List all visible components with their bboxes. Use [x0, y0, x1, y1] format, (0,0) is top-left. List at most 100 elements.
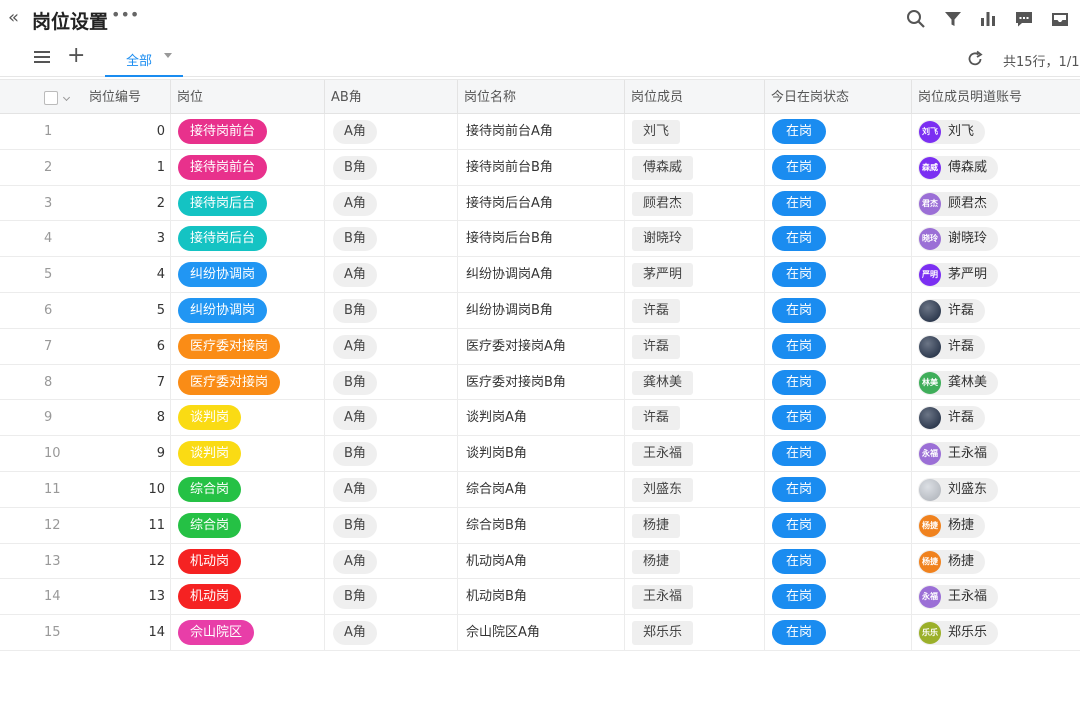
cell-ab[interactable]: A角 — [325, 615, 458, 651]
cell-ab[interactable]: A角 — [325, 472, 458, 507]
cell-member[interactable]: 许磊 — [625, 293, 765, 328]
account-chip[interactable]: 杨捷 杨捷 — [918, 549, 986, 574]
cell-account[interactable]: 严明 茅严明 — [912, 257, 1080, 292]
cell-post-name[interactable]: 纠纷协调岗B角 — [458, 293, 625, 328]
cell-ab[interactable]: A角 — [325, 114, 458, 149]
cell-member[interactable]: 许磊 — [625, 400, 765, 436]
tab-all[interactable]: 全部 — [105, 40, 183, 77]
more-options-icon[interactable]: ••• — [111, 5, 139, 24]
cell-ab[interactable]: A角 — [325, 543, 458, 579]
header-cell-post-name[interactable]: 岗位名称 — [458, 80, 625, 115]
table-row[interactable]: 14 13 机动岗 B角 机动岗B角 王永福 在岗 永福 王永福 — [0, 579, 1080, 616]
table-row[interactable]: 4 3 接待岗后台 B角 接待岗后台B角 谢晓玲 在岗 晓玲 谢晓玲 — [0, 221, 1080, 258]
cell-account[interactable]: 永福 王永福 — [912, 579, 1080, 614]
cell-account[interactable]: 森威 傅森威 — [912, 150, 1080, 185]
cell-member[interactable]: 王永福 — [625, 436, 765, 472]
cell-ab[interactable]: B角 — [325, 293, 458, 328]
cell-status[interactable]: 在岗 — [765, 436, 912, 472]
cell-post-name[interactable]: 接待岗前台A角 — [458, 114, 625, 149]
inbox-icon[interactable] — [1050, 9, 1070, 29]
cell-post-name[interactable]: 医疗委对接岗B角 — [458, 364, 625, 400]
cell-post[interactable]: 医疗委对接岗 — [171, 328, 325, 364]
cell-post[interactable]: 谈判岗 — [171, 436, 325, 472]
cell-account[interactable]: 刘飞 刘飞 — [912, 114, 1080, 149]
cell-account[interactable]: 杨捷 杨捷 — [912, 508, 1080, 543]
cell-member[interactable]: 刘飞 — [625, 114, 765, 149]
cell-post-name[interactable]: 接待岗后台B角 — [458, 221, 625, 257]
account-chip[interactable]: 许磊 — [918, 406, 986, 431]
cell-post[interactable]: 机动岗 — [171, 579, 325, 615]
cell-post-name[interactable]: 谈判岗B角 — [458, 436, 625, 472]
comment-icon[interactable] — [1014, 9, 1034, 29]
cell-account[interactable]: 乐乐 郑乐乐 — [912, 615, 1080, 650]
account-chip[interactable]: 许磊 — [918, 334, 986, 359]
cell-post[interactable]: 机动岗 — [171, 543, 325, 579]
account-chip[interactable]: 严明 茅严明 — [918, 263, 999, 288]
cell-status[interactable]: 在岗 — [765, 293, 912, 328]
cell-status[interactable]: 在岗 — [765, 257, 912, 293]
cell-account[interactable]: 杨捷 杨捷 — [912, 544, 1080, 579]
cell-account[interactable]: 许磊 — [912, 329, 1080, 364]
table-row[interactable]: 15 14 佘山院区 A角 佘山院区A角 郑乐乐 在岗 乐乐 郑乐乐 — [0, 615, 1080, 651]
cell-member[interactable]: 茅严明 — [625, 257, 765, 293]
cell-account[interactable]: 君杰 顾君杰 — [912, 186, 1080, 221]
cell-member[interactable]: 郑乐乐 — [625, 615, 765, 651]
cell-ab[interactable]: B角 — [325, 221, 458, 257]
table-row[interactable]: 11 10 综合岗 A角 综合岗A角 刘盛东 在岗 刘盛东 — [0, 472, 1080, 508]
header-cell-status[interactable]: 今日在岗状态 — [765, 80, 912, 115]
header-cell-post[interactable]: 岗位 — [171, 80, 325, 115]
cell-post-name[interactable]: 医疗委对接岗A角 — [458, 328, 625, 364]
cell-post[interactable]: 综合岗 — [171, 472, 325, 507]
cell-status[interactable]: 在岗 — [765, 364, 912, 400]
cell-post-name[interactable]: 综合岗A角 — [458, 472, 625, 507]
cell-post-name[interactable]: 接待岗前台B角 — [458, 149, 625, 185]
chevron-down-icon[interactable] — [62, 93, 71, 102]
account-chip[interactable]: 杨捷 杨捷 — [918, 513, 986, 538]
cell-member[interactable]: 杨捷 — [625, 543, 765, 579]
cell-post-name[interactable]: 佘山院区A角 — [458, 615, 625, 651]
account-chip[interactable]: 刘飞 刘飞 — [918, 120, 986, 144]
cell-post[interactable]: 谈判岗 — [171, 400, 325, 436]
cell-status[interactable]: 在岗 — [765, 579, 912, 615]
collapse-back-icon[interactable]: « — [8, 7, 19, 28]
header-cell-id[interactable]: 岗位编号 — [0, 80, 171, 115]
cell-account[interactable]: 永福 王永福 — [912, 436, 1080, 471]
cell-post[interactable]: 接待岗后台 — [171, 221, 325, 257]
cell-post-name[interactable]: 机动岗A角 — [458, 543, 625, 579]
header-cell-ab[interactable]: AB角 — [325, 80, 458, 115]
cell-ab[interactable]: B角 — [325, 364, 458, 400]
cell-ab[interactable]: B角 — [325, 579, 458, 615]
table-row[interactable]: 12 11 综合岗 B角 综合岗B角 杨捷 在岗 杨捷 杨捷 — [0, 507, 1080, 544]
cell-post[interactable]: 纠纷协调岗 — [171, 257, 325, 293]
table-row[interactable]: 6 5 纠纷协调岗 B角 纠纷协调岗B角 许磊 在岗 许磊 — [0, 293, 1080, 329]
table-row[interactable]: 5 4 纠纷协调岗 A角 纠纷协调岗A角 茅严明 在岗 严明 茅严明 — [0, 257, 1080, 293]
cell-post[interactable]: 接待岗前台 — [171, 149, 325, 185]
account-chip[interactable]: 刘盛东 — [918, 478, 999, 502]
cell-post[interactable]: 综合岗 — [171, 507, 325, 543]
cell-account[interactable]: 林美 龚林美 — [912, 365, 1080, 400]
cell-ab[interactable]: B角 — [325, 507, 458, 543]
account-chip[interactable]: 君杰 顾君杰 — [918, 191, 999, 216]
header-cell-member[interactable]: 岗位成员 — [625, 80, 765, 115]
cell-ab[interactable]: A角 — [325, 328, 458, 364]
caret-down-icon[interactable] — [164, 53, 172, 58]
cell-member[interactable]: 傅森威 — [625, 149, 765, 185]
table-row[interactable]: 13 12 机动岗 A角 机动岗A角 杨捷 在岗 杨捷 杨捷 — [0, 543, 1080, 580]
cell-post[interactable]: 医疗委对接岗 — [171, 364, 325, 400]
cell-post[interactable]: 接待岗后台 — [171, 185, 325, 221]
cell-ab[interactable]: B角 — [325, 149, 458, 185]
account-chip[interactable]: 林美 龚林美 — [918, 370, 999, 395]
cell-post[interactable]: 佘山院区 — [171, 615, 325, 651]
cell-member[interactable]: 王永福 — [625, 579, 765, 615]
table-row[interactable]: 3 2 接待岗后台 A角 接待岗后台A角 顾君杰 在岗 君杰 顾君杰 — [0, 185, 1080, 222]
account-chip[interactable]: 永福 王永福 — [918, 585, 999, 610]
add-view-icon[interactable]: + — [67, 45, 85, 67]
cell-ab[interactable]: A角 — [325, 400, 458, 436]
cell-account[interactable]: 晓玲 谢晓玲 — [912, 221, 1080, 256]
cell-status[interactable]: 在岗 — [765, 400, 912, 436]
hamburger-menu-icon[interactable] — [34, 50, 50, 64]
select-all-checkbox[interactable] — [44, 91, 58, 105]
cell-member[interactable]: 龚林美 — [625, 364, 765, 400]
cell-member[interactable]: 刘盛东 — [625, 472, 765, 507]
account-chip[interactable]: 森威 傅森威 — [918, 155, 999, 180]
